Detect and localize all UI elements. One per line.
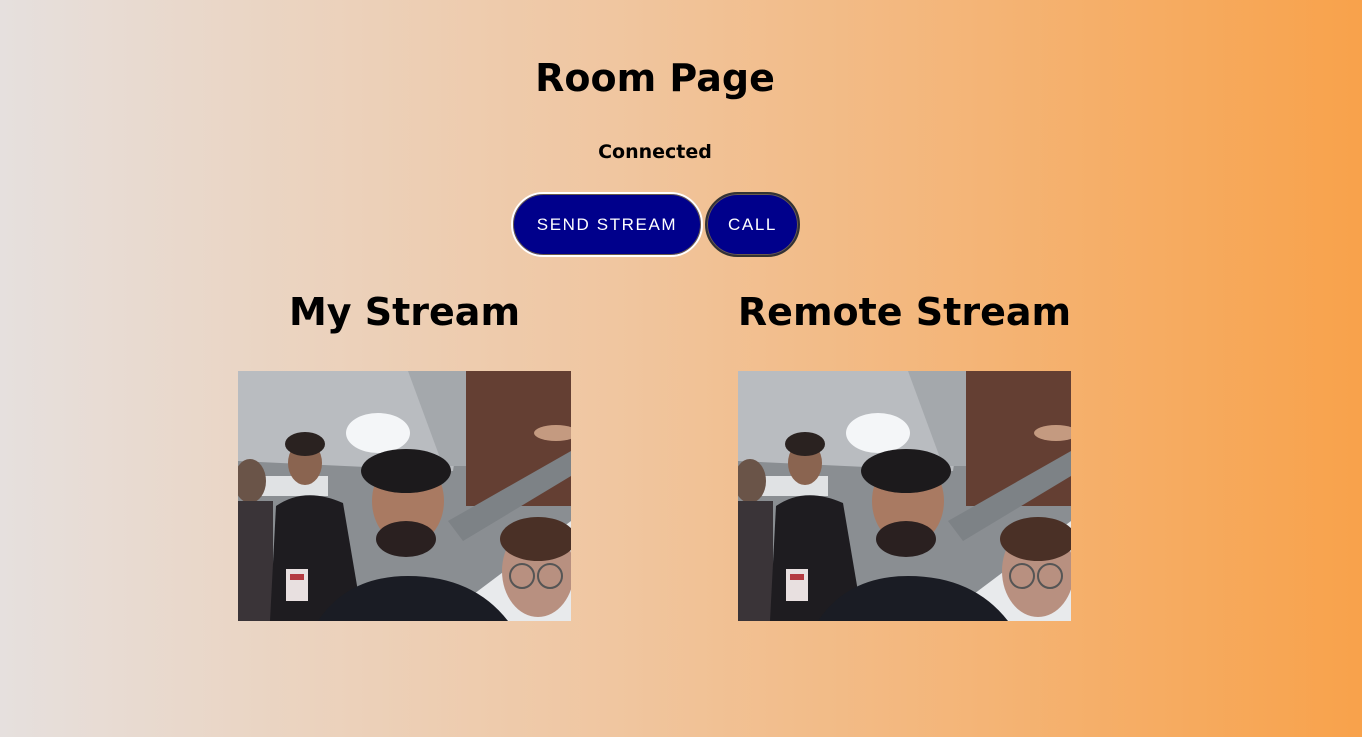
page-title: Room Page: [535, 56, 775, 100]
remote-stream-video[interactable]: [738, 371, 1071, 621]
webcam-frame-image: [238, 371, 571, 621]
remote-stream-heading: Remote Stream: [737, 290, 1072, 334]
call-button[interactable]: CALL: [705, 192, 800, 257]
stream-controls: SEND STREAM CALL: [511, 192, 800, 257]
send-stream-button[interactable]: SEND STREAM: [511, 192, 703, 257]
my-stream-panel: My Stream: [238, 290, 571, 621]
my-stream-heading: My Stream: [288, 290, 521, 334]
remote-stream-panel: Remote Stream: [738, 290, 1071, 621]
my-stream-video[interactable]: [238, 371, 571, 621]
webcam-frame-image: [738, 371, 1071, 621]
connection-status: Connected: [598, 141, 712, 163]
